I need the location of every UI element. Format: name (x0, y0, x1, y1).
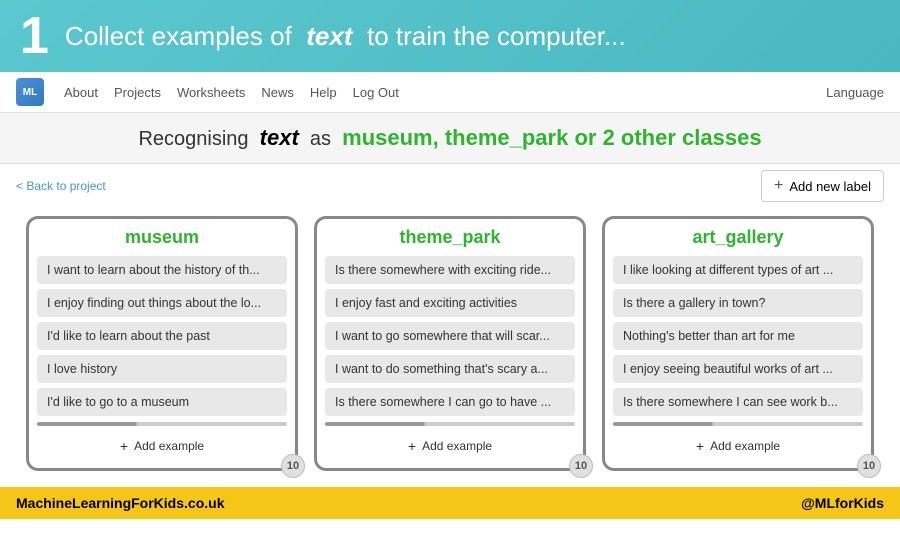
navbar-items: About Projects Worksheets News Help Log … (64, 85, 806, 100)
footer-right: @MLforKids (801, 495, 884, 511)
card-museum-title: museum (37, 227, 287, 248)
nav-worksheets[interactable]: Worksheets (177, 85, 245, 100)
cards-container: museum I want to learn about the history… (16, 216, 884, 471)
plus-icon: + (408, 438, 416, 454)
art-gallery-badge: 10 (857, 454, 881, 478)
add-example-button-art-gallery[interactable]: + Add example (613, 432, 863, 460)
card-art-gallery-items: I like looking at different types of art… (613, 256, 863, 416)
plus-icon: + (696, 438, 704, 454)
back-link[interactable]: < Back to project (16, 179, 106, 193)
card-theme-park-title: theme_park (325, 227, 575, 248)
list-item: Is there somewhere I can see work b... (613, 388, 863, 416)
add-example-label: Add example (710, 439, 780, 453)
subheader-as: as (310, 128, 331, 150)
card-scrollbar (37, 422, 287, 426)
card-art-gallery-title: art_gallery (613, 227, 863, 248)
list-item: I want to learn about the history of th.… (37, 256, 287, 284)
list-item: I enjoy fast and exciting activities (325, 289, 575, 317)
list-item: I want to do something that's scary a... (325, 355, 575, 383)
list-item: I'd like to learn about the past (37, 322, 287, 350)
card-scrollbar (613, 422, 863, 426)
subheader: Recognising text as museum, theme_park o… (0, 113, 900, 164)
nav-news[interactable]: News (261, 85, 294, 100)
top-actions: < Back to project + Add new label (0, 164, 900, 208)
banner-text: Collect examples of text to train the co… (65, 21, 626, 52)
list-item: Is there a gallery in town? (613, 289, 863, 317)
list-item: I like looking at different types of art… (613, 256, 863, 284)
list-item: I love history (37, 355, 287, 383)
list-item: I want to go somewhere that will scar... (325, 322, 575, 350)
add-example-label: Add example (134, 439, 204, 453)
main-content: museum I want to learn about the history… (0, 208, 900, 479)
banner-number: 1 (20, 10, 49, 62)
logo: ML (16, 78, 44, 106)
subheader-bold-word: text (260, 125, 299, 150)
banner-bold-word: text (306, 21, 352, 51)
add-label-text: Add new label (789, 179, 871, 194)
nav-language[interactable]: Language (826, 85, 884, 100)
card-theme-park-items: Is there somewhere with exciting ride...… (325, 256, 575, 416)
nav-about[interactable]: About (64, 85, 98, 100)
plus-icon: + (120, 438, 128, 454)
banner-suffix: to train the computer... (367, 21, 626, 51)
plus-icon: + (774, 177, 783, 195)
list-item: Nothing's better than art for me (613, 322, 863, 350)
card-scrollbar (325, 422, 575, 426)
list-item: Is there somewhere I can go to have ... (325, 388, 575, 416)
card-museum: museum I want to learn about the history… (26, 216, 298, 471)
header-banner: 1 Collect examples of text to train the … (0, 0, 900, 72)
card-art-gallery: art_gallery I like looking at different … (602, 216, 874, 471)
nav-projects[interactable]: Projects (114, 85, 161, 100)
card-theme-park: theme_park Is there somewhere with excit… (314, 216, 586, 471)
list-item: I'd like to go to a museum (37, 388, 287, 416)
add-example-button-museum[interactable]: + Add example (37, 432, 287, 460)
add-example-label: Add example (422, 439, 492, 453)
subheader-classes: museum, theme_park or 2 other classes (342, 125, 761, 150)
card-museum-items: I want to learn about the history of th.… (37, 256, 287, 416)
list-item: I enjoy seeing beautiful works of art ..… (613, 355, 863, 383)
add-label-button[interactable]: + Add new label (761, 170, 884, 202)
footer-left: MachineLearningForKids.co.uk (16, 495, 224, 511)
footer: MachineLearningForKids.co.uk @MLforKids (0, 487, 900, 519)
banner-prefix: Collect examples of (65, 21, 292, 51)
nav-logout[interactable]: Log Out (353, 85, 399, 100)
list-item: Is there somewhere with exciting ride... (325, 256, 575, 284)
subheader-prefix: Recognising (138, 128, 248, 150)
navbar: ML About Projects Worksheets News Help L… (0, 72, 900, 113)
nav-help[interactable]: Help (310, 85, 337, 100)
theme-park-badge: 10 (569, 454, 593, 478)
museum-badge: 10 (281, 454, 305, 478)
list-item: I enjoy finding out things about the lo.… (37, 289, 287, 317)
add-example-button-theme-park[interactable]: + Add example (325, 432, 575, 460)
